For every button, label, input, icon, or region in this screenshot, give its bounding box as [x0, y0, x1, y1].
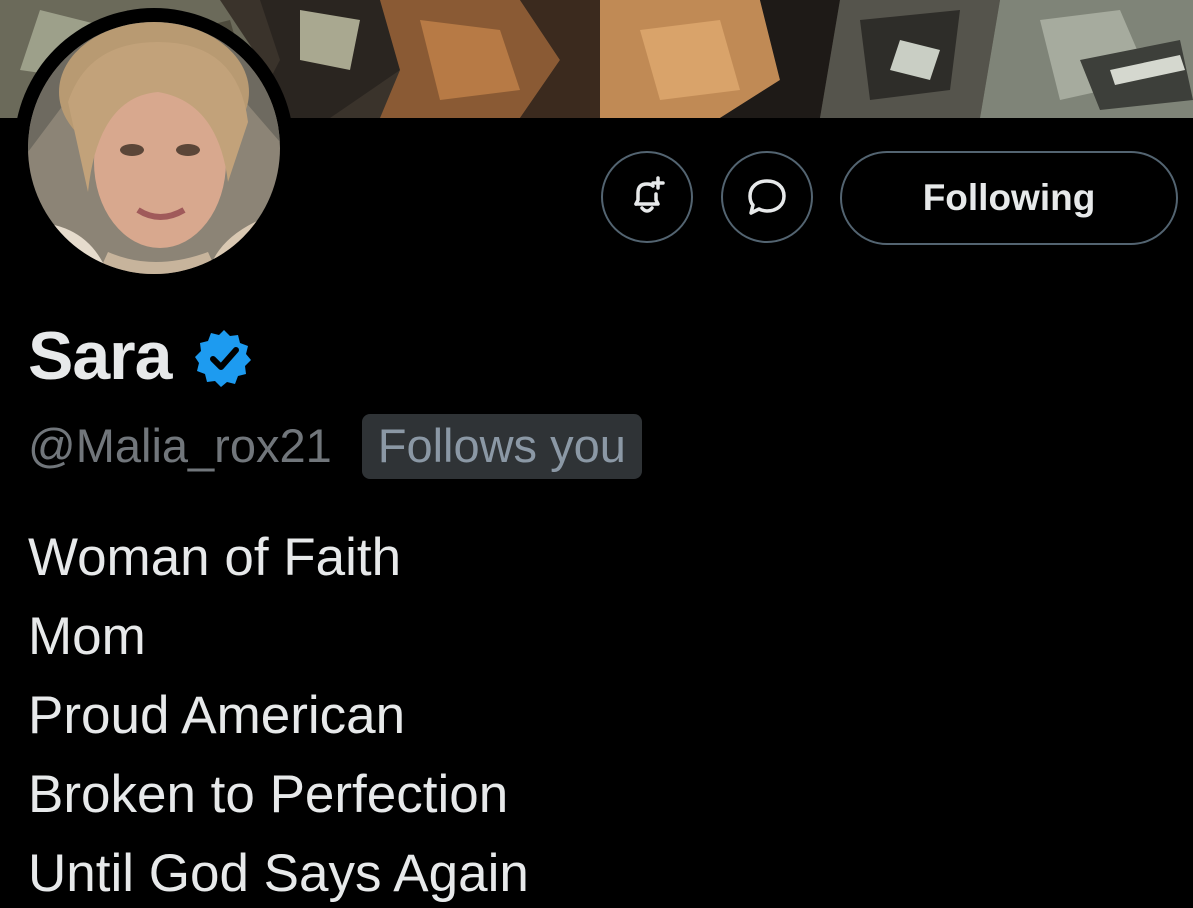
display-name: Sara — [28, 318, 172, 394]
user-handle: @Malia_rox21 — [28, 418, 332, 472]
message-button[interactable] — [721, 151, 813, 243]
chat-bubble-icon — [748, 179, 786, 215]
following-button[interactable]: Following — [840, 151, 1178, 245]
profile-bio: Woman of Faith Mom Proud American Broken… — [28, 518, 529, 908]
bio-line: Until God Says Again — [28, 844, 529, 903]
bio-line: Mom — [28, 607, 146, 666]
avatar[interactable] — [28, 22, 280, 274]
bio-line: Woman of Faith — [28, 528, 402, 587]
handle-row: @Malia_rox21 Follows you — [28, 410, 642, 480]
bio-line: Broken to Perfection — [28, 765, 509, 824]
notifications-button[interactable] — [601, 151, 693, 243]
bio-line: Proud American — [28, 686, 406, 745]
display-name-row: Sara — [28, 316, 255, 396]
verified-badge-icon — [195, 330, 252, 387]
bell-plus-icon — [634, 176, 665, 213]
follows-you-badge: Follows you — [361, 413, 642, 479]
avatar-photo — [28, 22, 280, 274]
avatar-frame — [14, 8, 294, 288]
